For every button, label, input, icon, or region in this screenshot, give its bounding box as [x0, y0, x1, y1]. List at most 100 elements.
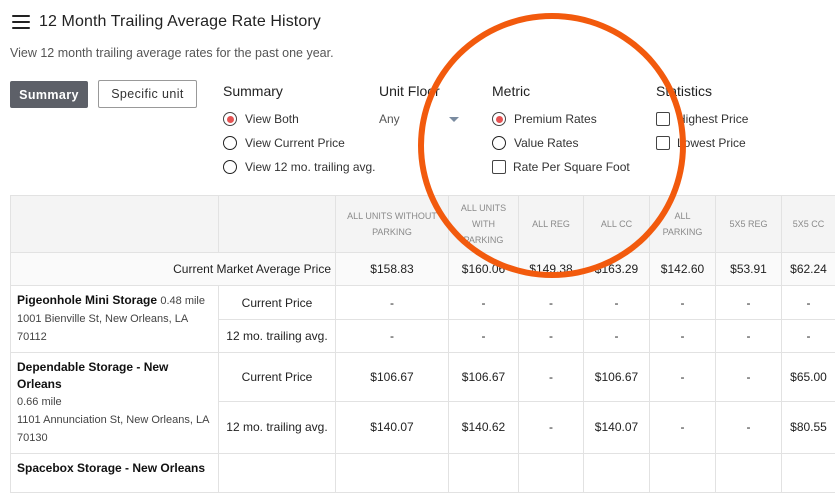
table-cell: $65.00 — [782, 353, 835, 402]
market-average-row: Current Market Average Price $158.83 $16… — [11, 253, 835, 286]
store-distance: 0.48 mile — [160, 295, 205, 307]
radio-icon — [223, 136, 237, 150]
premium-rates-radio[interactable]: Premium Rates — [492, 107, 630, 131]
table-cell: $106.67 — [584, 353, 650, 402]
table-cell: - — [584, 286, 650, 320]
table-cell: $142.60 — [650, 253, 716, 286]
table-cell: - — [336, 286, 449, 320]
lowest-price-checkbox[interactable]: Lowest Price — [656, 131, 748, 155]
statistics-group-title: Statistics — [656, 83, 748, 99]
value-rates-radio[interactable]: Value Rates — [492, 131, 630, 155]
table-cell: - — [650, 320, 716, 353]
option-label: Premium Rates — [514, 112, 597, 126]
table-cell: $158.83 — [336, 253, 449, 286]
table-cell — [336, 454, 449, 493]
table-cell: - — [449, 286, 519, 320]
radio-selected-icon — [223, 112, 237, 126]
table-cell — [782, 454, 835, 493]
table-cell: $160.06 — [449, 253, 519, 286]
metric-options-group: Metric Premium Rates Value Rates Rate Pe… — [492, 83, 630, 179]
table-cell: - — [716, 286, 782, 320]
table-header-row: ALL UNITS WITHOUT PARKING ALL UNITS WITH… — [11, 196, 835, 253]
checkbox-icon — [656, 112, 670, 126]
radio-icon — [223, 160, 237, 174]
store-cell: Dependable Storage - New Orleans 0.66 mi… — [11, 353, 219, 454]
table-cell: $163.29 — [584, 253, 650, 286]
specific-unit-tab-button[interactable]: Specific unit — [98, 80, 197, 108]
column-header[interactable]: ALL REG — [519, 196, 584, 253]
store-address: 1001 Bienville St, New Orleans, LA 70112 — [17, 313, 188, 343]
table-cell — [219, 454, 336, 493]
chevron-down-icon — [449, 117, 459, 122]
table-cell — [584, 454, 650, 493]
table-cell: $106.67 — [449, 353, 519, 402]
store-name[interactable]: Dependable Storage - New Orleans — [17, 360, 168, 391]
option-label: Highest Price — [677, 112, 748, 126]
table-cell: $140.07 — [584, 401, 650, 453]
view-current-price-radio[interactable]: View Current Price — [223, 131, 376, 155]
view-both-radio[interactable]: View Both — [223, 107, 376, 131]
table-cell: - — [782, 320, 835, 353]
option-label: View Current Price — [245, 136, 345, 150]
table-cell — [449, 454, 519, 493]
rate-per-sqft-checkbox[interactable]: Rate Per Square Foot — [492, 155, 630, 179]
table-cell: $106.67 — [336, 353, 449, 402]
table-cell: - — [519, 401, 584, 453]
column-header[interactable]: 5X5 CC — [782, 196, 835, 253]
table-cell: - — [650, 353, 716, 402]
header-empty-cell — [11, 196, 219, 253]
table-cell: - — [584, 320, 650, 353]
column-header[interactable]: 5X5 REG — [716, 196, 782, 253]
summary-tab-button[interactable]: Summary — [10, 81, 88, 108]
option-label: View Both — [245, 112, 299, 126]
store-cell: Spacebox Storage - New Orleans — [11, 454, 219, 493]
market-average-label: Current Market Average Price — [11, 253, 336, 286]
column-header[interactable]: ALL PARKING — [650, 196, 716, 253]
table-cell — [716, 454, 782, 493]
summary-group-title: Summary — [223, 83, 376, 99]
row-type-label: 12 mo. trailing avg. — [219, 320, 336, 353]
table-cell: $53.91 — [716, 253, 782, 286]
column-header[interactable]: ALL CC — [584, 196, 650, 253]
store-distance: 0.66 mile — [17, 396, 62, 408]
table-cell: - — [716, 401, 782, 453]
header: 12 Month Trailing Average Rate History — [12, 10, 321, 34]
option-label: Rate Per Square Foot — [513, 160, 630, 174]
table-cell: - — [519, 353, 584, 402]
table-cell: - — [716, 320, 782, 353]
row-type-label: Current Price — [219, 353, 336, 402]
header-empty-cell — [219, 196, 336, 253]
unit-floor-title: Unit Floor — [379, 83, 461, 99]
column-header[interactable]: ALL UNITS WITH PARKING — [449, 196, 519, 253]
table-row: Dependable Storage - New Orleans 0.66 mi… — [11, 353, 835, 402]
row-type-label: Current Price — [219, 286, 336, 320]
table-cell: - — [782, 286, 835, 320]
highest-price-checkbox[interactable]: Highest Price — [656, 107, 748, 131]
radio-selected-icon — [492, 112, 506, 126]
table-cell: - — [716, 353, 782, 402]
table-cell: $149.38 — [519, 253, 584, 286]
table-row: Spacebox Storage - New Orleans — [11, 454, 835, 493]
table-cell: $140.62 — [449, 401, 519, 453]
table-cell: - — [519, 320, 584, 353]
row-type-label: 12 mo. trailing avg. — [219, 401, 336, 453]
store-address: 1101 Annunciation St, New Orleans, LA 70… — [17, 414, 209, 444]
table-cell: - — [449, 320, 519, 353]
radio-icon — [492, 136, 506, 150]
table-cell: $62.24 — [782, 253, 835, 286]
table-cell: - — [650, 401, 716, 453]
store-name[interactable]: Pigeonhole Mini Storage — [17, 293, 157, 307]
statistics-options-group: Statistics Highest Price Lowest Price — [656, 83, 748, 155]
table-row: Pigeonhole Mini Storage 0.48 mile 1001 B… — [11, 286, 835, 320]
table-cell: - — [650, 286, 716, 320]
store-name[interactable]: Spacebox Storage - New Orleans — [17, 461, 205, 475]
checkbox-icon — [656, 136, 670, 150]
table-cell: - — [519, 286, 584, 320]
page-subtitle: View 12 month trailing average rates for… — [10, 46, 334, 60]
unit-floor-select[interactable]: Any — [379, 107, 461, 131]
table-cell — [519, 454, 584, 493]
view-trailing-avg-radio[interactable]: View 12 mo. trailing avg. — [223, 155, 376, 179]
menu-icon[interactable] — [12, 15, 30, 29]
table-cell: $140.07 — [336, 401, 449, 453]
column-header[interactable]: ALL UNITS WITHOUT PARKING — [336, 196, 449, 253]
